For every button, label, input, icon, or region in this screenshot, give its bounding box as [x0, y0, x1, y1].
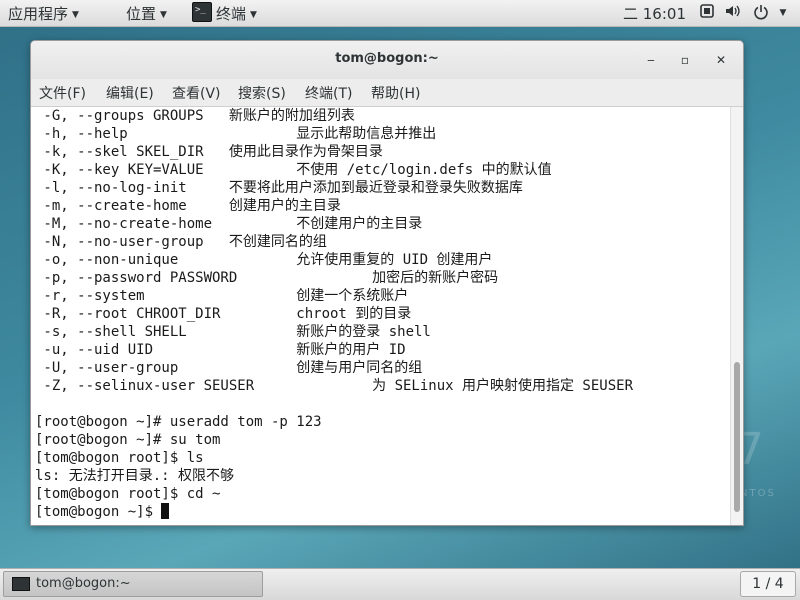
bottom-panel: tom@bogon:~ 1 / 4 [0, 568, 800, 600]
terminal-line: -l, --no-log-init 不要将此用户添加到最近登录和登录失败数据库 [35, 180, 523, 196]
terminal-line: -N, --no-user-group 不创建同名的组 [35, 234, 327, 250]
terminal-line: -Z, --selinux-user SEUSER 为 SELinux 用户映射… [35, 378, 634, 394]
power-icon[interactable] [752, 4, 770, 22]
terminal-line: -h, --help 显示此帮助信息并推出 [35, 126, 437, 142]
taskbar-window-label: tom@bogon:~ [36, 576, 131, 591]
terminal-line: -U, --user-group 创建与用户同名的组 [35, 360, 423, 376]
terminal-line: -k, --skel SKEL_DIR 使用此目录作为骨架目录 [35, 144, 383, 160]
terminal-line: [root@bogon ~]# useradd tom -p 123 [35, 414, 322, 430]
terminal-line: ls: 无法打开目录.: 权限不够 [35, 468, 235, 484]
terminal-line: -r, --system 创建一个系统账户 [35, 288, 409, 304]
applications-menu[interactable]: 应用程序 ▼ [8, 3, 79, 24]
menu-file[interactable]: 文件(F) [39, 83, 86, 103]
terminal-output[interactable]: -G, --groups GROUPS 新账户的附加组列表 -h, --help… [31, 107, 729, 525]
places-label: 位置 [126, 5, 157, 23]
places-menu[interactable]: 位置 ▼ [126, 3, 167, 24]
terminal-window: tom@bogon:~ ‒ ▫ ✕ 文件(F) 编辑(E) 查看(V) 搜索(S… [30, 40, 744, 526]
window-titlebar[interactable]: tom@bogon:~ ‒ ▫ ✕ [31, 41, 743, 79]
terminal-line: -u, --uid UID 新账户的用户 ID [35, 342, 406, 358]
terminal-line: [tom@bogon root]$ ls [35, 450, 204, 466]
maximize-button[interactable]: ▫ [675, 50, 695, 70]
applications-label: 应用程序 [8, 5, 69, 23]
terminal-line: -o, --non-unique 允许使用重复的 UID 创建用户 [35, 252, 493, 268]
terminal-line: [root@bogon ~]# su tom [35, 432, 221, 448]
terminal-app-menu[interactable]: 终端 ▼ [216, 3, 257, 24]
scrollbar-thumb[interactable] [734, 362, 740, 512]
taskbar-window-button[interactable]: tom@bogon:~ [3, 571, 263, 597]
terminal-icon [12, 577, 30, 591]
terminal-line: -s, --shell SHELL 新账户的登录 shell [35, 324, 431, 340]
minimize-button[interactable]: ‒ [641, 50, 661, 70]
terminal-app-label: 终端 [216, 5, 247, 23]
terminal-line: -M, --no-create-home 不创建用户的主目录 [35, 216, 423, 232]
terminal-line: -m, --create-home 创建用户的主目录 [35, 198, 341, 214]
text-cursor [161, 503, 170, 519]
window-title: tom@bogon:~ [335, 51, 439, 66]
menu-search[interactable]: 搜索(S) [238, 83, 286, 103]
menu-edit[interactable]: 编辑(E) [106, 83, 154, 103]
close-button[interactable]: ✕ [711, 50, 731, 70]
desktop-watermark-text: NTOS [740, 488, 776, 499]
volume-icon[interactable] [724, 4, 742, 22]
menubar: 文件(F) 编辑(E) 查看(V) 搜索(S) 终端(T) 帮助(H) [31, 79, 743, 107]
terminal-line: -R, --root CHROOT_DIR chroot 到的目录 [35, 306, 412, 322]
terminal-line: -K, --key KEY=VALUE 不使用 /etc/login.defs … [35, 162, 552, 178]
terminal-prompt: [tom@bogon ~]$ [35, 504, 162, 520]
menu-view[interactable]: 查看(V) [172, 83, 221, 103]
clock[interactable]: 二 16:01 [623, 3, 686, 24]
chevron-down-icon: ▼ [160, 10, 167, 20]
menu-help[interactable]: 帮助(H) [371, 83, 420, 103]
chevron-down-icon[interactable]: ▼ [774, 4, 792, 22]
menu-terminal[interactable]: 终端(T) [305, 83, 352, 103]
terminal-icon: >_ [192, 2, 212, 22]
screen-icon[interactable] [698, 4, 716, 22]
chevron-down-icon: ▼ [250, 10, 257, 20]
terminal-line: -G, --groups GROUPS 新账户的附加组列表 [35, 108, 355, 124]
top-panel: 应用程序 ▼ 位置 ▼ >_ 终端 ▼ 二 16:01 ▼ [0, 0, 800, 27]
scrollbar[interactable] [730, 107, 743, 525]
chevron-down-icon: ▼ [72, 10, 79, 20]
terminal-line: -p, --password PASSWORD 加密后的新账户密码 [35, 270, 499, 286]
terminal-line: [tom@bogon root]$ cd ~ [35, 486, 221, 502]
workspace-switcher[interactable]: 1 / 4 [740, 571, 796, 597]
terminal-prompt-line: [tom@bogon ~]$ [35, 503, 170, 521]
